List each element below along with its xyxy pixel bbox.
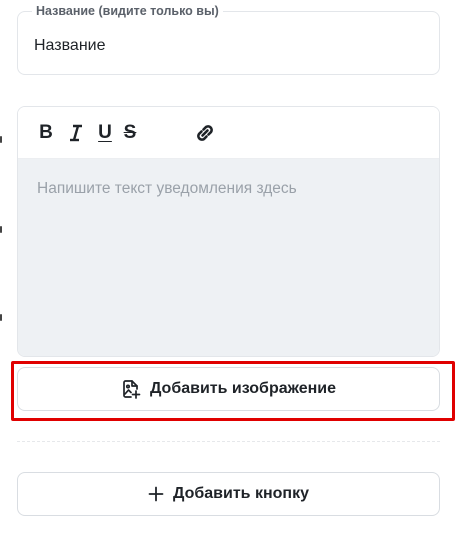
italic-icon (70, 124, 82, 142)
bold-button[interactable]: B (38, 122, 54, 144)
edge-marker (0, 226, 2, 233)
add-button-label: Добавить кнопку (173, 485, 309, 502)
add-image-button[interactable]: Добавить изображение (17, 367, 440, 411)
name-field-label: Название (видите только вы) (32, 4, 223, 19)
notification-name-field[interactable]: Название (видите только вы) Название (17, 4, 440, 75)
underline-button[interactable]: U (96, 122, 114, 144)
edge-marker (0, 136, 2, 143)
link-icon (197, 125, 213, 141)
message-text-area[interactable]: Напишите текст уведомления здесь (18, 159, 439, 356)
left-edge-markers (0, 0, 4, 543)
edge-marker (0, 314, 2, 321)
message-editor: B U S Напишите текст уведомления здесь (17, 106, 440, 357)
add-button-button[interactable]: Добавить кнопку (17, 472, 440, 516)
editor-toolbar: B U S (18, 107, 439, 159)
section-divider (17, 441, 440, 442)
message-placeholder: Напишите текст уведомления здесь (37, 180, 297, 197)
italic-button[interactable] (68, 122, 84, 144)
plus-icon (148, 486, 164, 502)
add-image-icon (121, 379, 141, 399)
strikethrough-button[interactable]: S (121, 122, 139, 144)
name-field-value[interactable]: Название (34, 36, 106, 56)
link-button[interactable] (194, 122, 216, 144)
add-image-label: Добавить изображение (149, 380, 337, 397)
